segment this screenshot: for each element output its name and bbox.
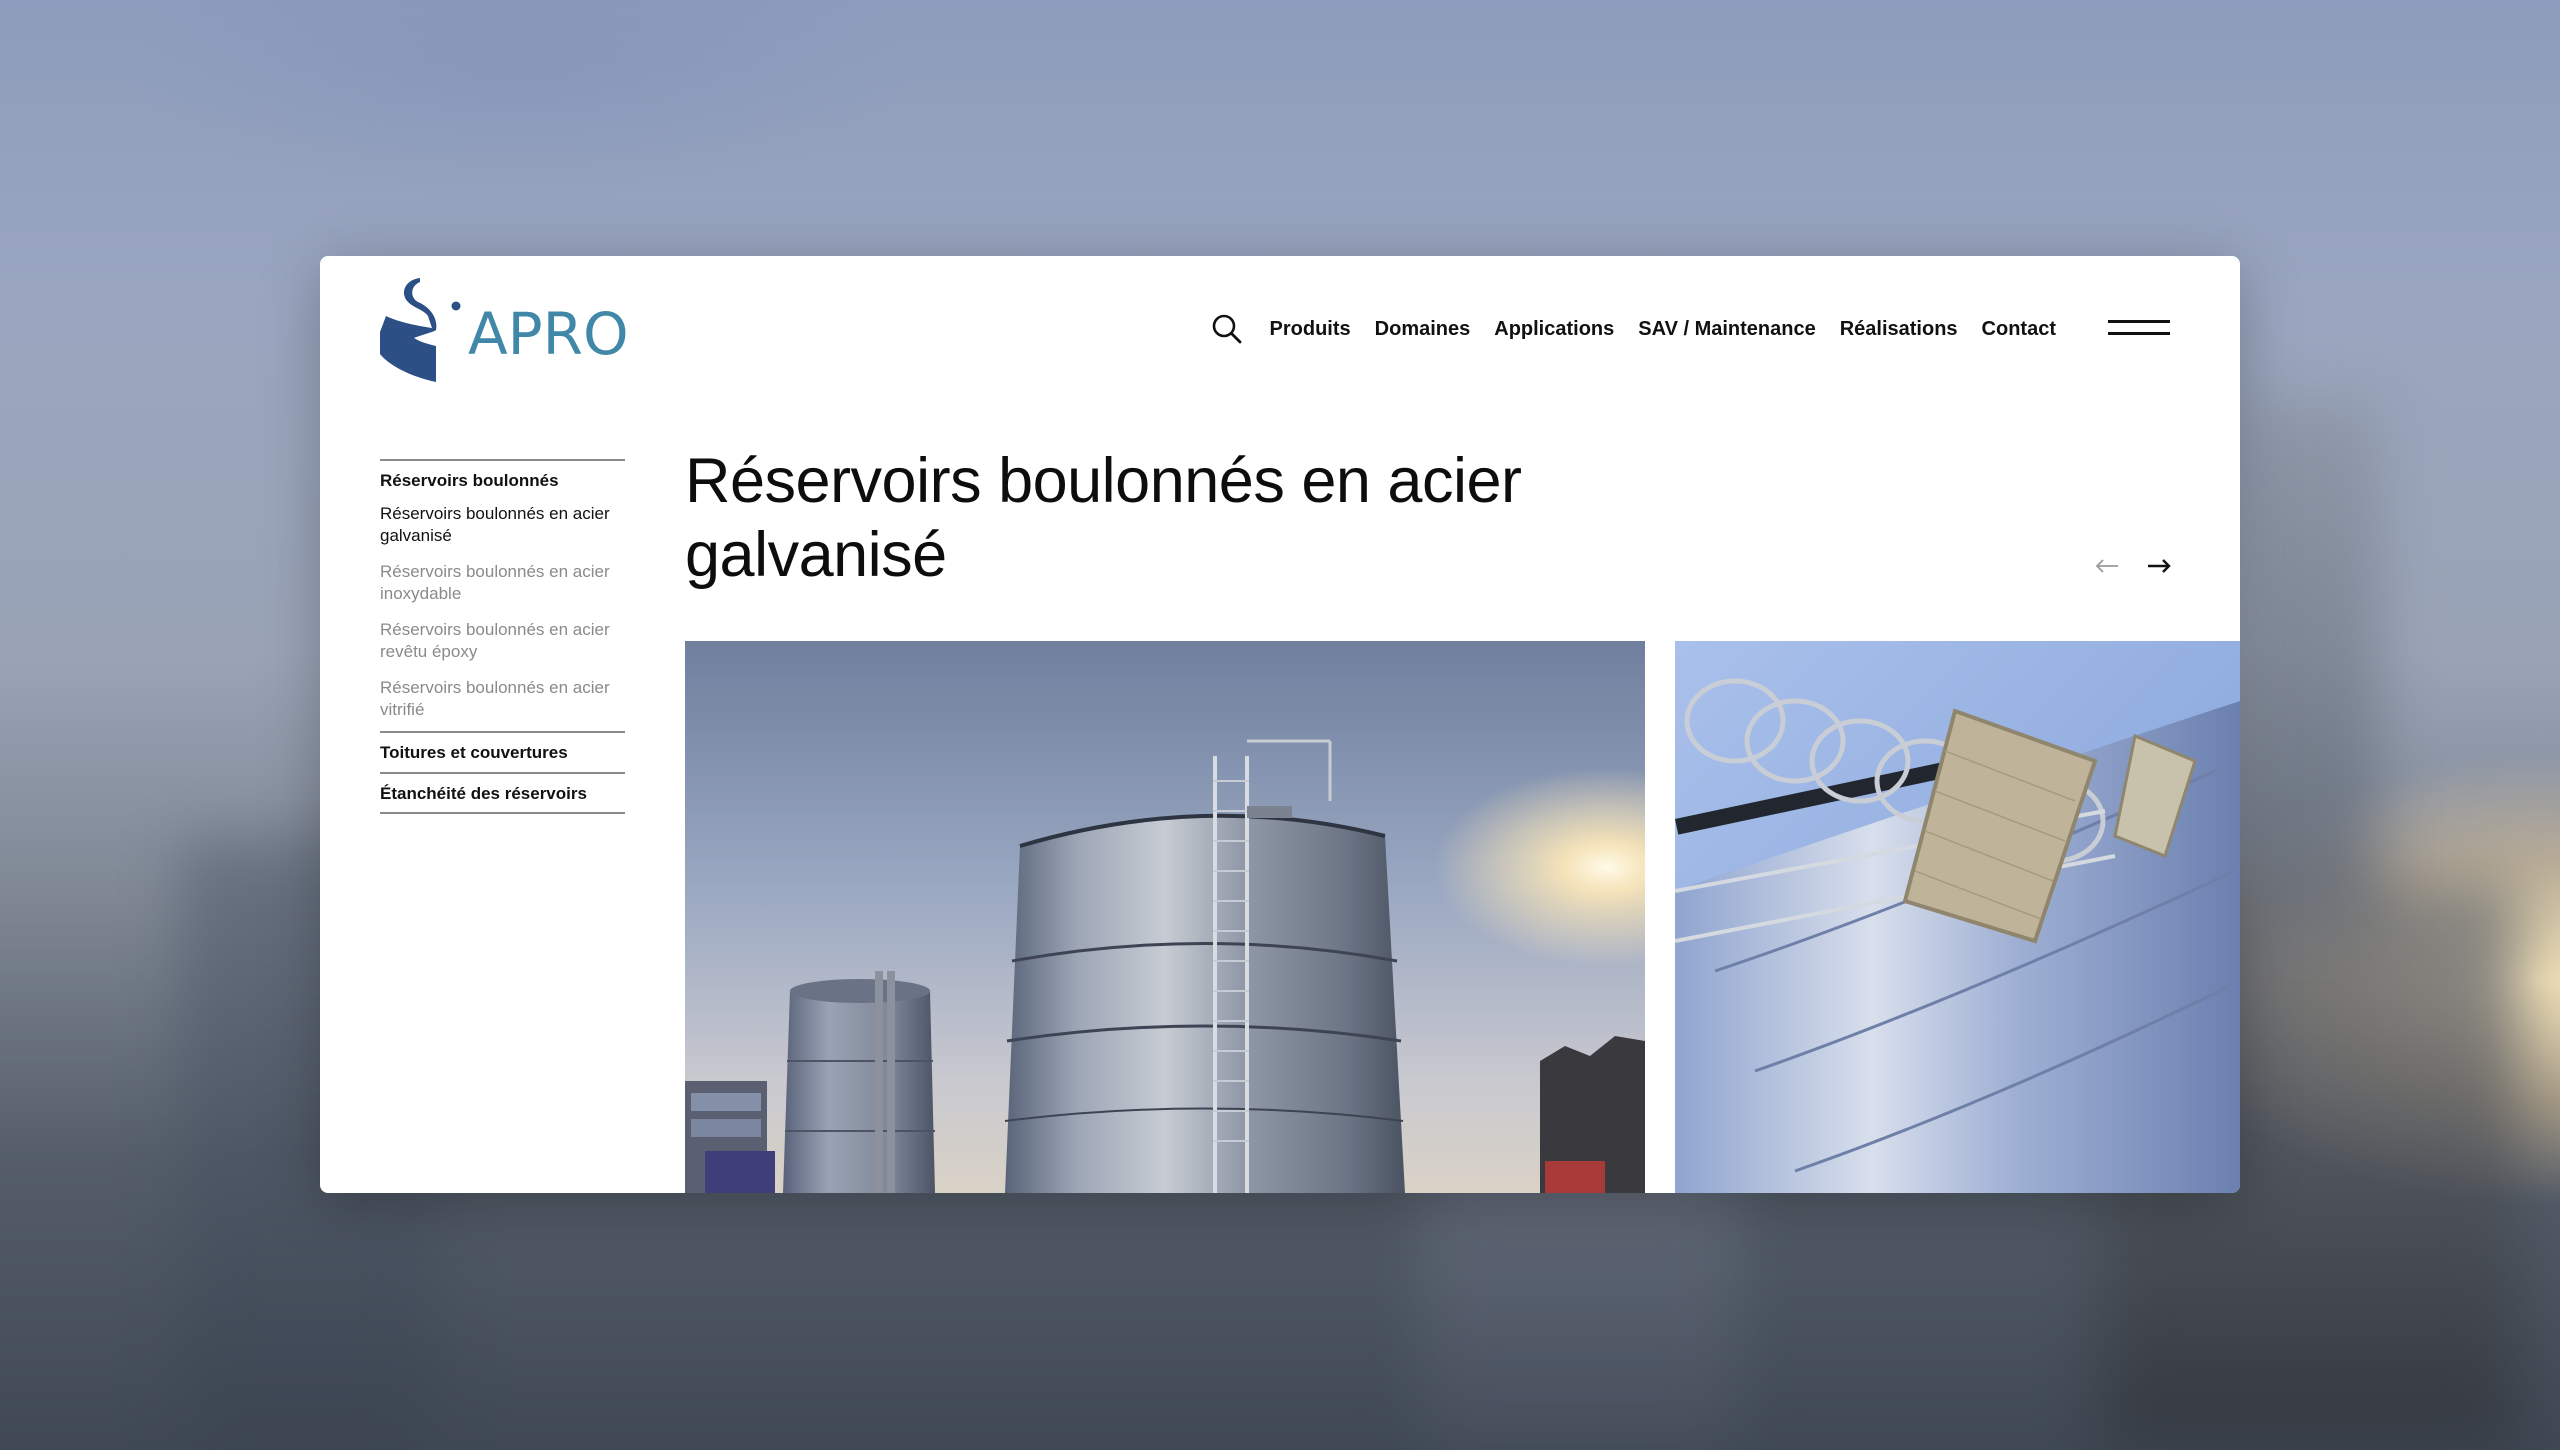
- hamburger-line: [2108, 320, 2170, 323]
- arrow-right-icon[interactable]: [2146, 558, 2172, 574]
- nav-realisations[interactable]: Réalisations: [1840, 318, 1958, 341]
- sidebar-heading-toitures[interactable]: Toitures et couvertures: [380, 733, 625, 771]
- sidebar-heading-reservoirs-boulonnes[interactable]: Réservoirs boulonnés: [380, 461, 625, 499]
- nav-sav-maintenance[interactable]: SAV / Maintenance: [1638, 318, 1815, 341]
- logo-wordmark: APRO: [468, 300, 629, 368]
- galvanized-tanks-photo: [685, 641, 1645, 1193]
- hamburger-line: [2108, 332, 2170, 335]
- sidebar-heading-etancheite[interactable]: Étanchéité des réservoirs: [380, 774, 625, 812]
- sidebar-item-acier-inoxydable[interactable]: Réservoirs boulonnés en acier inoxydable: [380, 557, 625, 615]
- tank-ladder-closeup-photo: [1675, 641, 2240, 1193]
- hamburger-icon[interactable]: [2108, 318, 2170, 338]
- sidebar-item-acier-vitrifie[interactable]: Réservoirs boulonnés en acier vitrifié: [380, 673, 625, 731]
- background-column: [2240, 400, 2380, 920]
- nav-applications[interactable]: Applications: [1494, 318, 1614, 341]
- arrow-left-icon[interactable]: [2094, 558, 2120, 574]
- search-button[interactable]: [1210, 312, 1244, 346]
- carousel-slide[interactable]: [1675, 641, 2240, 1193]
- apro-logo[interactable]: APRO: [378, 272, 629, 384]
- search-icon: [1212, 314, 1241, 344]
- apro-logo-mark-icon: [380, 278, 461, 382]
- nav-produits[interactable]: Produits: [1270, 318, 1351, 341]
- nav-contact[interactable]: Contact: [1982, 318, 2056, 341]
- sidebar-group-etancheite: Étanchéité des réservoirs: [380, 771, 625, 815]
- nav-domaines[interactable]: Domaines: [1375, 318, 1471, 341]
- sidebar-group-toitures: Toitures et couvertures: [380, 731, 625, 771]
- carousel-controls: [2094, 558, 2172, 574]
- carousel-slide[interactable]: [685, 641, 1645, 1193]
- product-sidebar: Réservoirs boulonnés Réservoirs boulonné…: [380, 459, 625, 815]
- browser-page: APRO Produits Domaines Applications SAV …: [320, 256, 2240, 1193]
- sidebar-item-acier-galvanise[interactable]: Réservoirs boulonnés en acier galvanisé: [380, 499, 625, 557]
- page-title: Réservoirs boulonnés en acier galvanisé: [685, 446, 1522, 590]
- main-nav: Produits Domaines Applications SAV / Mai…: [1210, 312, 2056, 346]
- sidebar-item-acier-revetu-epoxy[interactable]: Réservoirs boulonnés en acier revêtu épo…: [380, 615, 625, 673]
- sidebar-group-reservoirs: Réservoirs boulonnés Réservoirs boulonné…: [380, 459, 625, 731]
